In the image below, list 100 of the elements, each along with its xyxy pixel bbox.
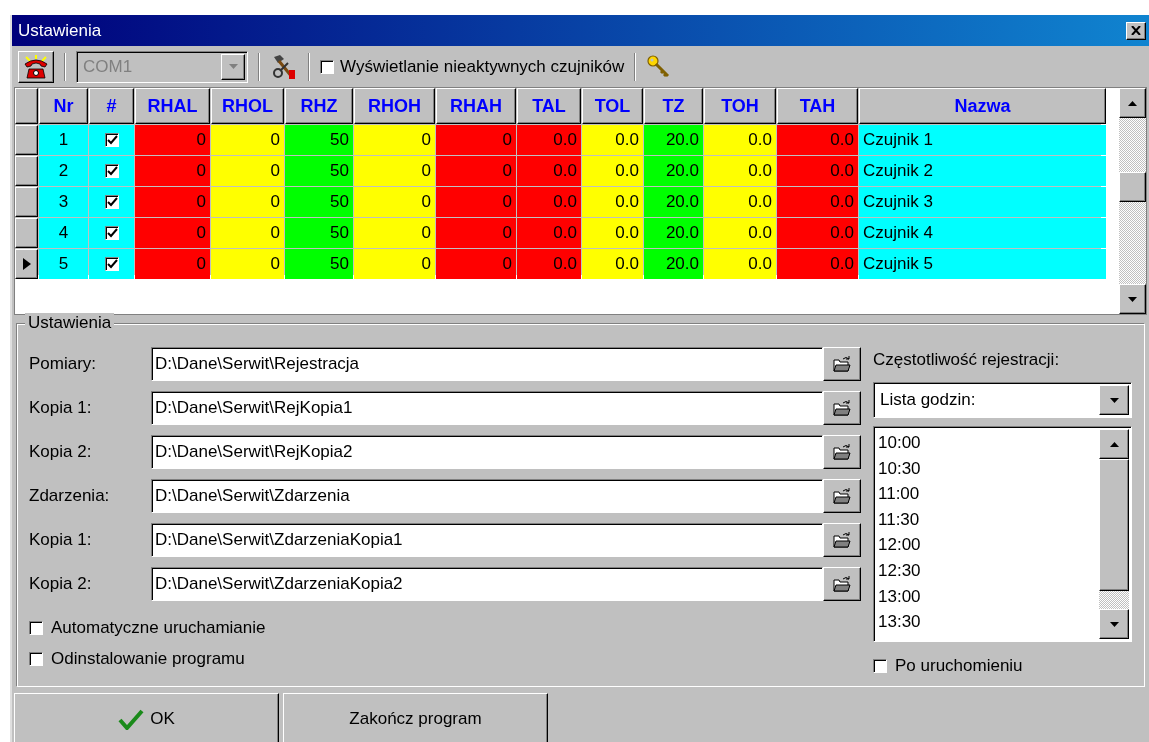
checkbox[interactable] [104,195,119,209]
column-header[interactable]: TOH [704,88,776,124]
scrollbar[interactable] [1099,429,1129,639]
scroll-up-icon [1109,441,1119,447]
scrollbar[interactable] [1119,88,1146,314]
table-cell: 20.0 [644,187,703,217]
column-header[interactable]: Nazwa [859,88,1106,124]
column-header[interactable]: RHAH [436,88,516,124]
browse-button[interactable] [823,567,861,601]
table-cell: 0 [135,218,210,248]
checkbox-label: Automatyczne uruchamianie [51,617,266,638]
list-item[interactable]: 12:00 [878,532,1097,558]
column-header[interactable]: # [89,88,134,124]
list-item[interactable]: 11:30 [878,506,1097,533]
scroll-up-icon [1128,100,1137,106]
row-indicator[interactable] [15,249,38,279]
checkbox-label: Wyświetlanie nieaktywnych czujników [340,56,625,77]
table-cell: 0 [436,187,516,217]
row-indicator[interactable] [15,218,38,248]
field-label: Kopia 1: [29,398,93,418]
scroll-thumb[interactable] [1099,459,1129,591]
table-cell: 0.0 [777,156,858,186]
list-item[interactable]: 10:30 [878,455,1097,482]
caret-icon [1109,397,1119,403]
table-cell: 0 [211,187,284,217]
column-header[interactable]: TOL [582,88,643,124]
checkbox[interactable] [104,226,119,240]
list-item[interactable]: 13:00 [878,583,1097,610]
path-field[interactable]: D:\Dane\Serwit\Zdarzenia [151,479,823,513]
table-cell: 50 [285,156,353,186]
column-header[interactable]: TAH [777,88,858,124]
checkbox[interactable] [873,658,887,673]
table-cell: 0 [354,187,435,217]
table-cell: 0.0 [704,249,776,279]
tools-icon[interactable] [270,52,298,81]
close-button[interactable] [1126,21,1146,40]
table-cell: 20.0 [644,125,703,155]
table-cell: 0 [436,156,516,186]
column-header[interactable]: RHAL [135,88,210,124]
list-item[interactable]: 13:30 [878,609,1097,635]
checkbox[interactable] [29,651,43,666]
path-field[interactable]: D:\Dane\Serwit\RejKopia1 [151,391,823,425]
table-cell: 0 [211,125,284,155]
ok-button[interactable]: OK [14,693,279,742]
column-header[interactable]: RHZ [285,88,353,124]
checkbox[interactable] [320,59,334,74]
list-item[interactable]: 10:00 [878,430,1097,456]
table-cell: 0 [436,125,516,155]
table-cell: 0 [436,218,516,248]
table-cell: 50 [285,187,353,217]
folder-icon [833,488,851,504]
checkbox-label: Odinstalowanie programu [51,648,245,669]
browse-button[interactable] [823,347,861,381]
row-indicator[interactable] [15,156,38,186]
table-cell: 0.0 [517,249,581,279]
table-cell: Czujnik 4 [859,218,1106,248]
column-header[interactable]: RHOL [211,88,284,124]
table-cell: 0 [354,218,435,248]
table-cell: 0.0 [517,156,581,186]
list-item[interactable]: 12:30 [878,557,1097,584]
table-cell: 0.0 [777,249,858,279]
table-cell: 50 [285,249,353,279]
phone-icon [23,54,49,79]
table-cell: 0 [135,156,210,186]
connect-button[interactable] [18,50,54,83]
list-item[interactable]: 11:00 [878,481,1097,507]
browse-button[interactable] [823,391,861,425]
table-cell: Czujnik 1 [859,125,1106,155]
path-field[interactable]: D:\Dane\Serwit\RejKopia2 [151,435,823,469]
row-indicator[interactable] [15,125,38,155]
column-header[interactable]: TZ [644,88,703,124]
row-indicator[interactable] [15,187,38,217]
table-cell: 0.0 [777,218,858,248]
table-cell: 0 [135,249,210,279]
checkbox[interactable] [29,620,43,635]
table-cell: 0.0 [517,125,581,155]
folder-icon [833,532,851,548]
table-cell: 1 [39,125,88,155]
column-header[interactable]: Nr [39,88,88,124]
checkbox[interactable] [104,257,119,271]
exit-button[interactable]: Zakończ program [283,693,548,742]
table-cell: 0 [354,125,435,155]
scroll-thumb[interactable] [1119,172,1146,202]
browse-button[interactable] [823,479,861,513]
hours-list[interactable]: 10:00 10:30 11:00 11:30 12:00 12:30 13:00 13:30 [873,426,1132,642]
table-cell: 0.0 [704,125,776,155]
checkbox[interactable] [104,133,119,147]
field-label: Zdarzenia: [29,486,111,506]
path-field[interactable]: D:\Dane\Serwit\Rejestracja [151,347,823,381]
table-cell: 0.0 [517,218,581,248]
column-header[interactable]: RHOH [354,88,435,124]
path-field[interactable]: D:\Dane\Serwit\ZdarzeniaKopia2 [151,567,823,601]
frequency-dropdown[interactable]: Lista godzin: [873,382,1132,418]
column-header[interactable]: TAL [517,88,581,124]
table-cell: 4 [39,218,88,248]
browse-button[interactable] [823,523,861,557]
path-field[interactable]: D:\Dane\Serwit\ZdarzeniaKopia1 [151,523,823,557]
browse-button[interactable] [823,435,861,469]
checkbox[interactable] [104,164,119,178]
scroll-down-icon [1109,621,1119,627]
